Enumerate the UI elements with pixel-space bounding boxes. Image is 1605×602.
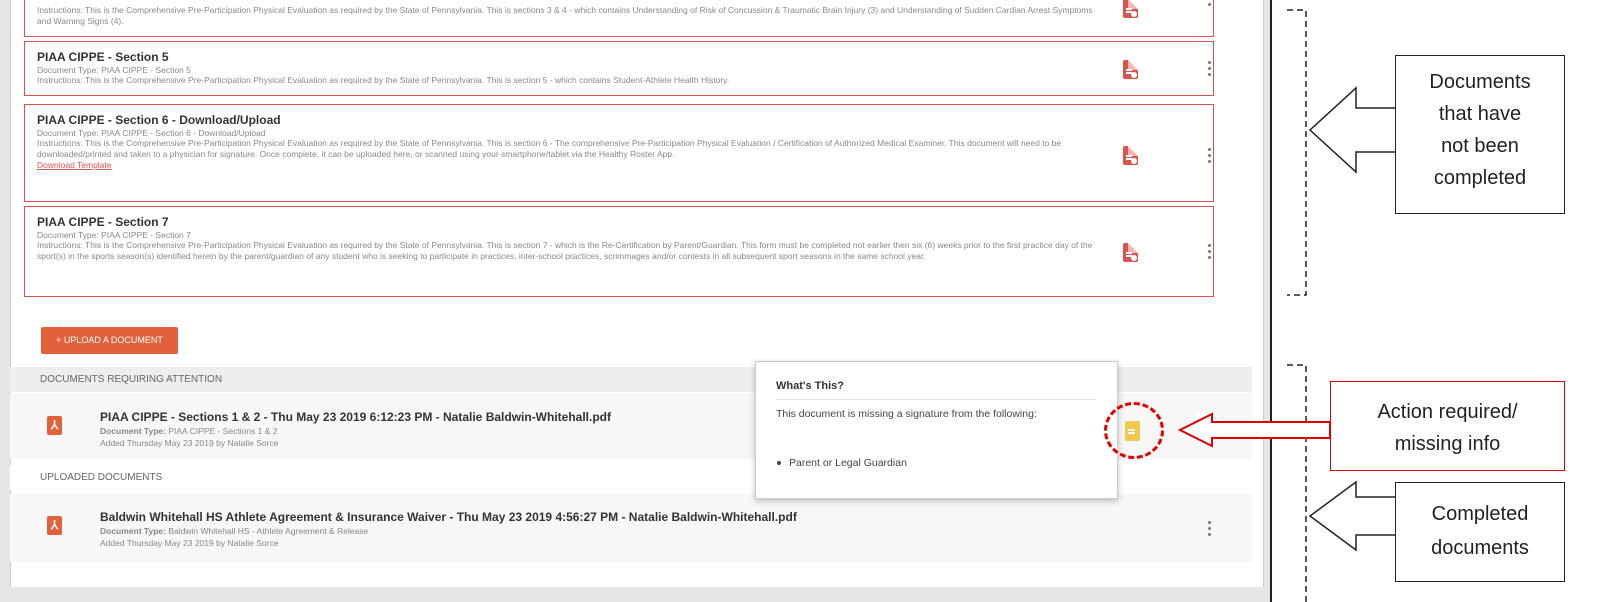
annotation-graphics xyxy=(1177,9,1395,602)
callout-line: that have xyxy=(1438,103,1522,125)
callout-not-completed: Documents that have not been completed xyxy=(1395,55,1565,214)
callout-line: Completed xyxy=(1431,503,1529,525)
callout-line: Documents xyxy=(1429,71,1531,93)
callout-completed: Completed documents xyxy=(1395,482,1565,582)
callout-action-required: Action required/ missing info xyxy=(1330,381,1565,471)
callout-line: not been xyxy=(1441,135,1519,157)
callout-line: missing info xyxy=(1394,433,1501,455)
callout-line: Action required/ xyxy=(1377,401,1518,423)
callout-line: completed xyxy=(1433,167,1527,189)
callout-line: documents xyxy=(1431,537,1529,559)
